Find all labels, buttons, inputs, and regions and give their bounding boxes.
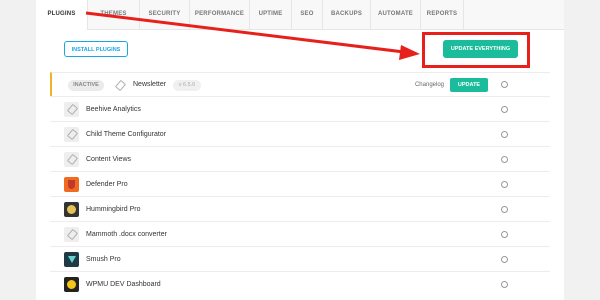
plug-icon bbox=[64, 127, 79, 142]
plugin-name: Child Theme Configurator bbox=[86, 131, 167, 138]
plugin-row[interactable]: Content Views bbox=[50, 146, 550, 171]
plugin-row[interactable]: Child Theme Configurator bbox=[50, 121, 550, 146]
version-badge: v 6.5.6 bbox=[173, 80, 201, 91]
select-radio[interactable] bbox=[501, 156, 508, 163]
plug-icon bbox=[64, 152, 79, 167]
select-radio[interactable] bbox=[501, 231, 508, 238]
wpmudev-icon bbox=[64, 277, 79, 292]
plugin-row[interactable]: WPMU DEV Dashboard bbox=[50, 271, 550, 296]
plugin-name: Defender Pro bbox=[86, 181, 128, 188]
select-radio[interactable] bbox=[501, 81, 508, 88]
select-radio[interactable] bbox=[501, 131, 508, 138]
update-button[interactable]: UPDATE bbox=[450, 78, 488, 92]
plugin-row[interactable]: Smush Pro bbox=[50, 246, 550, 271]
plugin-row[interactable]: Defender Pro bbox=[50, 171, 550, 196]
plugin-name: Beehive Analytics bbox=[86, 106, 141, 113]
hummingbird-icon bbox=[64, 202, 79, 217]
plugin-name: Content Views bbox=[86, 156, 132, 163]
inactive-badge: INACTIVE bbox=[68, 80, 104, 91]
select-radio[interactable] bbox=[501, 206, 508, 213]
plug-icon bbox=[112, 78, 126, 92]
select-radio[interactable] bbox=[501, 106, 508, 113]
plugin-row[interactable]: Beehive Analytics bbox=[50, 96, 550, 121]
smush-icon bbox=[64, 252, 79, 267]
plugin-name: Mammoth .docx converter bbox=[86, 231, 167, 238]
plugin-name: Smush Pro bbox=[86, 256, 121, 263]
plug-icon bbox=[64, 227, 79, 242]
select-radio[interactable] bbox=[501, 281, 508, 288]
plugin-row-newsletter[interactable]: INACTIVE Newsletter v 6.5.6 Changelog UP… bbox=[50, 72, 550, 96]
plugin-row[interactable]: Mammoth .docx converter bbox=[50, 221, 550, 246]
defender-icon bbox=[64, 177, 79, 192]
plugin-row[interactable]: Hummingbird Pro bbox=[50, 196, 550, 221]
select-radio[interactable] bbox=[501, 181, 508, 188]
select-radio[interactable] bbox=[501, 256, 508, 263]
plugin-name: Newsletter bbox=[133, 81, 167, 88]
plugin-name: Hummingbird Pro bbox=[86, 206, 141, 213]
plug-icon bbox=[64, 102, 79, 117]
changelog-link[interactable]: Changelog bbox=[415, 73, 444, 97]
plugin-name: WPMU DEV Dashboard bbox=[86, 281, 161, 288]
